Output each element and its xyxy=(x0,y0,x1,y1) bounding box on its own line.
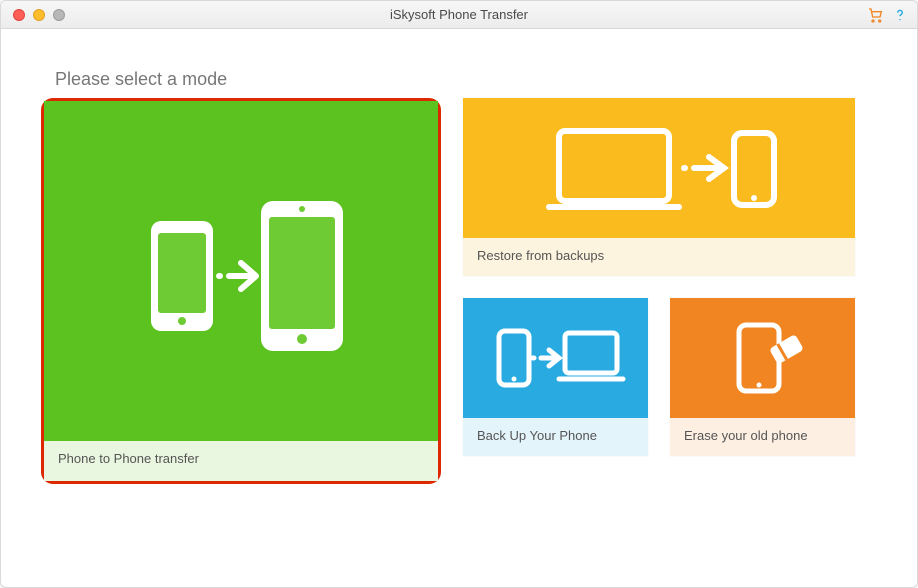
mode-prompt: Please select a mode xyxy=(55,69,877,90)
mode-erase[interactable]: Erase your old phone xyxy=(670,298,855,456)
mode-phone-to-phone-label: Phone to Phone transfer xyxy=(44,441,438,481)
phone-to-phone-icon xyxy=(44,101,438,441)
cart-icon[interactable] xyxy=(867,7,883,23)
app-window: iSkysoft Phone Transfer Please select a … xyxy=(0,0,918,588)
highlight-outline: Phone to Phone transfer xyxy=(41,98,441,484)
erase-icon xyxy=(670,298,855,418)
mode-restore-label: Restore from backups xyxy=(463,238,855,276)
window-title: iSkysoft Phone Transfer xyxy=(1,7,917,22)
mode-backup[interactable]: Back Up Your Phone xyxy=(463,298,648,456)
backup-icon xyxy=(463,298,648,418)
mode-grid: Phone to Phone transfer xyxy=(41,98,877,484)
restore-icon xyxy=(463,98,855,238)
mode-phone-to-phone[interactable]: Phone to Phone transfer xyxy=(44,101,438,481)
mode-erase-label: Erase your old phone xyxy=(670,418,855,456)
titlebar: iSkysoft Phone Transfer xyxy=(1,1,917,29)
mode-restore[interactable]: Restore from backups xyxy=(463,98,855,276)
mode-backup-label: Back Up Your Phone xyxy=(463,418,648,456)
help-icon[interactable] xyxy=(893,7,907,23)
content-area: Please select a mode xyxy=(1,29,917,514)
